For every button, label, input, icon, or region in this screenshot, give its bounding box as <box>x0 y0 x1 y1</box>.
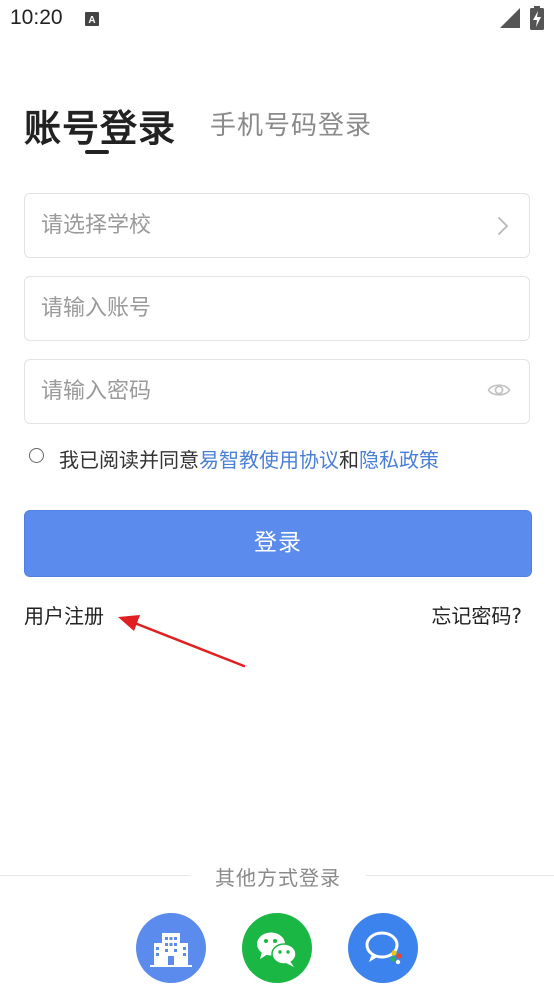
divider-right <box>366 875 554 876</box>
agreement-checkbox[interactable] <box>29 448 44 463</box>
terms-link[interactable]: 易智教使用协议 <box>199 448 339 472</box>
school-select-placeholder: 请选择学校 <box>41 213 152 238</box>
a-box-icon: A <box>85 11 99 30</box>
status-time: 10:20 <box>10 6 63 29</box>
tab-indicator <box>85 150 109 154</box>
eye-icon[interactable] <box>487 380 511 404</box>
chevron-right-icon <box>497 216 509 240</box>
tab-phone-login[interactable]: 手机号码登录 <box>210 105 372 142</box>
agreement-row: 我已阅读并同意易智教使用协议和隐私政策 <box>28 444 538 472</box>
register-link[interactable]: 用户注册 <box>24 600 104 629</box>
school-select[interactable]: 请选择学校 <box>24 193 530 258</box>
status-bar: 10:20 A <box>0 0 554 38</box>
svg-text:A: A <box>88 15 95 26</box>
forgot-password-link[interactable]: 忘记密码? <box>431 600 522 629</box>
agreement-conjunction: 和 <box>339 448 359 472</box>
chat-login-button[interactable] <box>348 913 418 983</box>
tab-account-login[interactable]: 账号登录 <box>24 98 176 152</box>
wechat-login-button[interactable] <box>242 913 312 983</box>
password-field-box <box>24 359 530 424</box>
school-login-button[interactable] <box>136 913 206 983</box>
privacy-link[interactable]: 隐私政策 <box>359 448 439 472</box>
agreement-text: 我已阅读并同意易智教使用协议和隐私政策 <box>59 444 439 473</box>
account-input[interactable] <box>41 277 481 340</box>
account-field-box <box>24 276 530 341</box>
divider-left <box>0 875 190 876</box>
login-button[interactable]: 登录 <box>24 510 532 577</box>
password-input[interactable] <box>41 360 481 423</box>
login-screen: 10:20 A 账号登录 手机号码登录 请选择学校 请输入账号 我已阅读并同意易… <box>0 0 554 984</box>
other-login-label: 其他方式登录 <box>215 866 341 890</box>
signal-icon <box>500 8 520 32</box>
annotation-arrow-icon <box>110 610 250 674</box>
battery-charging-icon <box>530 6 544 34</box>
agreement-prefix: 我已阅读并同意 <box>59 448 199 472</box>
